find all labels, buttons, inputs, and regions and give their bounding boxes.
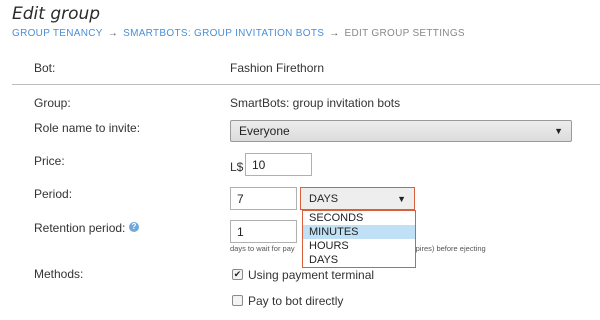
- breadcrumb-current: EDIT GROUP SETTINGS: [344, 28, 465, 39]
- price-input-value: 10: [252, 157, 266, 172]
- breadcrumb-arrow-icon: →: [329, 28, 340, 39]
- question-icon[interactable]: ?: [129, 222, 139, 232]
- retention-input[interactable]: 1: [230, 220, 297, 243]
- payment-terminal-checkbox[interactable]: ✔: [232, 269, 243, 280]
- retention-input-value: 1: [237, 224, 244, 239]
- role-select-value: Everyone: [239, 124, 290, 138]
- dropdown-option-minutes[interactable]: MINUTES: [303, 225, 415, 239]
- caret-down-icon: ▼: [397, 193, 406, 204]
- period-input[interactable]: 7: [230, 187, 297, 210]
- role-label: Role name to invite:: [34, 121, 141, 135]
- bot-label: Bot:: [34, 61, 56, 75]
- breadcrumb: GROUP TENANCY → SMARTBOTS: GROUP INVITATIO…: [12, 28, 465, 39]
- checkmark-icon: ✔: [233, 269, 242, 279]
- currency-label: L$: [230, 160, 244, 174]
- methods-label: Methods:: [34, 267, 84, 281]
- period-unit-value: DAYS: [309, 192, 339, 205]
- retention-label: Retention period:: [34, 221, 126, 235]
- price-input[interactable]: 10: [245, 153, 312, 176]
- dropdown-option-days[interactable]: DAYS: [303, 253, 415, 267]
- price-label: Price:: [34, 154, 65, 168]
- section-divider: [12, 84, 600, 85]
- page-title: Edit group: [12, 4, 101, 24]
- breadcrumb-smartbots[interactable]: SMARTBOTS: GROUP INVITATION BOTS: [123, 28, 324, 39]
- period-unit-select[interactable]: DAYS ▼: [300, 187, 415, 210]
- caret-down-icon: ▼: [554, 126, 563, 136]
- group-label: Group:: [34, 96, 71, 110]
- pay-to-bot-checkbox[interactable]: [232, 295, 243, 306]
- role-select[interactable]: Everyone ▼: [230, 120, 572, 142]
- dropdown-option-hours[interactable]: HOURS: [303, 239, 415, 253]
- period-unit-dropdown: SECONDS MINUTES HOURS DAYS: [302, 210, 416, 268]
- breadcrumb-group-tenancy[interactable]: GROUP TENANCY: [12, 28, 103, 39]
- group-value: SmartBots: group invitation bots: [230, 96, 401, 110]
- bot-value: Fashion Firethorn: [230, 61, 325, 75]
- payment-terminal-label[interactable]: Using payment terminal: [248, 268, 374, 282]
- breadcrumb-arrow-icon: →: [107, 28, 119, 39]
- dropdown-option-seconds[interactable]: SECONDS: [303, 211, 415, 225]
- period-label: Period:: [34, 187, 73, 201]
- period-input-value: 7: [237, 191, 244, 206]
- pay-to-bot-label[interactable]: Pay to bot directly: [248, 294, 343, 308]
